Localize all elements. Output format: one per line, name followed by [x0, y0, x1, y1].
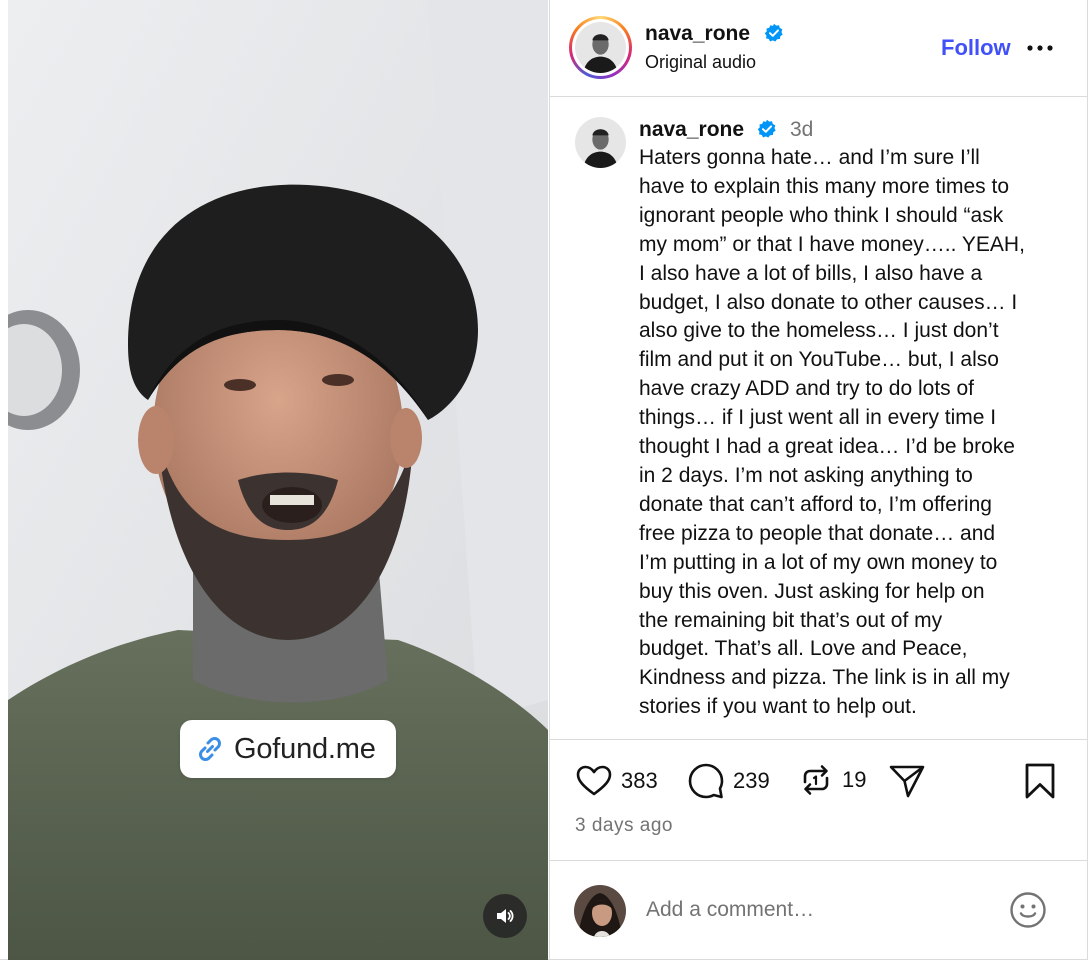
caption-text: Haters gonna hate… and I’m sure I’ll hav… [639, 146, 1025, 719]
action-bar: 383 239 19 [550, 760, 1088, 808]
comment-input[interactable] [646, 895, 986, 925]
share-icon [889, 765, 925, 798]
comment-count[interactable]: 239 [733, 768, 770, 794]
current-user-avatar [574, 885, 626, 937]
post-header: nava_rone Original audio Follow [550, 0, 1088, 97]
comment-button[interactable]: 239 [687, 762, 770, 800]
caption-timestamp[interactable]: 3d [790, 118, 813, 142]
verified-badge-icon [764, 23, 783, 42]
comment-icon [688, 763, 724, 799]
comment-composer [550, 860, 1088, 959]
save-button[interactable] [1022, 762, 1058, 800]
video-frame [8, 0, 548, 960]
caption-username[interactable]: nava_rone [639, 118, 744, 142]
author-avatar [575, 22, 626, 73]
bookmark-icon [1025, 763, 1055, 799]
gofundme-link-sticker[interactable]: Gofund.me [180, 720, 396, 778]
caption-author-avatar[interactable] [575, 117, 626, 168]
post-panel: nava_rone Original audio Follow nava_ron… [549, 0, 1088, 960]
caption-section: nava_rone 3d Haters gonna hate… and I’m … [550, 98, 1088, 740]
like-button[interactable]: 383 [575, 762, 658, 800]
original-audio-link[interactable]: Original audio [645, 52, 756, 73]
verified-badge-icon [757, 119, 776, 138]
repost-button[interactable]: 19 [798, 762, 866, 798]
repost-icon [803, 765, 829, 795]
follow-button[interactable]: Follow [941, 35, 1011, 61]
reel-video[interactable]: Gofund.me [8, 0, 548, 960]
emoji-icon[interactable] [1009, 891, 1047, 929]
like-count[interactable]: 383 [621, 768, 658, 794]
share-button[interactable] [888, 762, 926, 800]
heart-icon [576, 765, 612, 796]
author-username[interactable]: nava_rone [645, 22, 750, 46]
more-horizontal-icon[interactable] [1024, 36, 1056, 60]
sticker-label: Gofund.me [234, 732, 376, 765]
repost-count[interactable]: 19 [842, 767, 866, 793]
post-dialog: Gofund.me nava_rone Original audio Follo… [0, 0, 1088, 960]
author-avatar-ring[interactable] [569, 16, 632, 79]
post-date[interactable]: 3 days ago [575, 815, 673, 837]
link-icon [199, 737, 221, 761]
mute-button[interactable] [483, 894, 527, 938]
speaker-icon [497, 909, 514, 923]
